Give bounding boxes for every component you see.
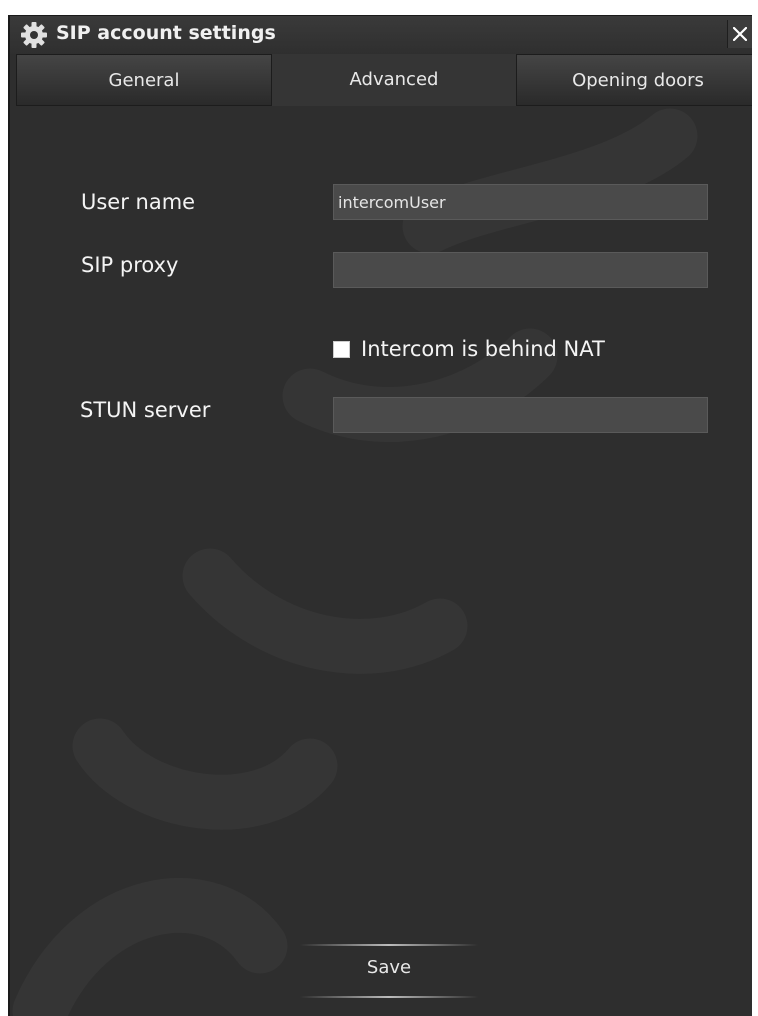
save-divider-bottom <box>300 996 478 998</box>
nat-checkbox-row[interactable]: Intercom is behind NAT <box>333 334 605 364</box>
sip-proxy-label: SIP proxy <box>81 253 179 277</box>
nat-checkbox-label: Intercom is behind NAT <box>361 337 605 361</box>
close-button[interactable] <box>727 20 752 48</box>
watermark-graphic <box>12 108 698 1016</box>
tab-bar: General Advanced Opening doors <box>16 54 752 106</box>
stun-server-label: STUN server <box>80 398 211 422</box>
tab-advanced[interactable]: Advanced <box>272 54 516 106</box>
settings-window: SIP account settings General Advanced Op… <box>8 15 752 1016</box>
close-icon <box>733 27 747 41</box>
nat-checkbox[interactable] <box>333 340 350 358</box>
gear-icon <box>20 21 48 49</box>
window-title: SIP account settings <box>56 22 276 44</box>
tab-label: Advanced <box>349 69 439 90</box>
save-button[interactable]: Save <box>300 941 478 1001</box>
stun-server-input[interactable] <box>333 397 708 433</box>
tab-opening-doors[interactable]: Opening doors <box>516 54 752 106</box>
title-bar[interactable]: SIP account settings <box>10 16 752 54</box>
save-label: Save <box>366 957 412 978</box>
sip-proxy-input[interactable] <box>333 252 708 288</box>
save-divider-top <box>300 944 478 946</box>
user-name-input[interactable] <box>333 184 708 220</box>
advanced-panel: User name SIP proxy Intercom is behind N… <box>10 106 752 1016</box>
tab-label: General <box>108 70 180 91</box>
tab-label: Opening doors <box>572 70 704 91</box>
tab-general[interactable]: General <box>16 54 272 106</box>
user-name-label: User name <box>81 190 196 214</box>
